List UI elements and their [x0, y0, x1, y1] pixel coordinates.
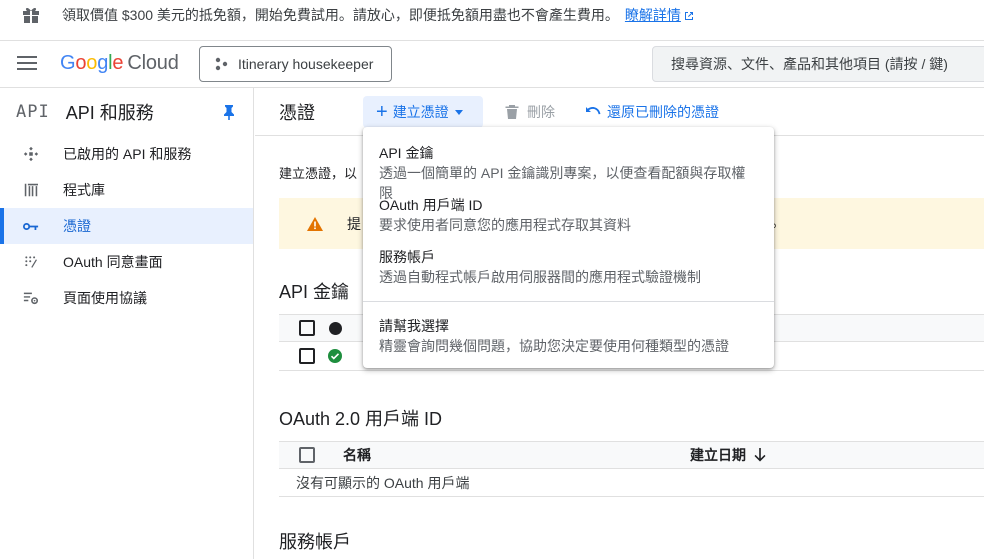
sidebar: API API 和服務 已啟用的 API 和服務 程式庫 憑證 OAuth 同意…: [0, 88, 254, 559]
sidebar-item-label: 頁面使用協議: [63, 290, 147, 306]
menu-divider: [363, 301, 774, 302]
pin-icon[interactable]: [222, 104, 236, 120]
create-credentials-button[interactable]: + 建立憑證: [363, 96, 483, 128]
api-keys-section-title: API 金鑰: [279, 282, 350, 302]
select-all-checkbox[interactable]: [299, 320, 315, 336]
warning-icon: [307, 216, 323, 231]
external-link-icon: [684, 12, 693, 20]
delete-button[interactable]: 刪除: [505, 96, 555, 128]
dashboard-icon: [22, 145, 40, 163]
library-icon: [22, 181, 40, 199]
service-accounts-section-title: 服務帳戶: [279, 532, 351, 552]
menu-item-help-me-choose[interactable]: 請幫我選擇 精靈會詢問幾個問題，協助您決定要使用何種類型的憑證: [363, 310, 774, 362]
row-checkbox[interactable]: [299, 348, 315, 364]
sidebar-header: API API 和服務: [0, 88, 253, 136]
table-header: 名稱 建立日期: [279, 441, 984, 469]
select-all-checkbox[interactable]: [299, 447, 315, 463]
project-picker-button[interactable]: Itinerary housekeeper: [199, 46, 392, 82]
name-column-header[interactable]: 名稱: [343, 445, 371, 465]
sidebar-item-oauth-consent[interactable]: OAuth 同意畫面: [0, 244, 253, 280]
trash-icon: [505, 105, 519, 119]
page-description: 建立憑證，以: [279, 166, 358, 181]
check-circle-icon: [328, 349, 342, 363]
sidebar-title: API 和服務: [65, 103, 154, 123]
caret-down-icon: [454, 109, 463, 115]
sidebar-item-credentials[interactable]: 憑證: [0, 208, 253, 244]
oauth-section-title: OAuth 2.0 用戶端 ID: [279, 409, 443, 429]
warning-text: 提: [347, 215, 361, 232]
learn-more-link[interactable]: 瞭解詳情: [625, 5, 694, 25]
sidebar-item-page-usage-agreement[interactable]: 頁面使用協議: [0, 280, 253, 316]
settings-list-icon: [22, 289, 40, 307]
page-title: 憑證: [279, 102, 315, 123]
create-credentials-menu: API 金鑰 透過一個簡單的 API 金鑰識別專案，以便查看配額與存取權限 OA…: [363, 127, 774, 368]
api-badge: API: [16, 102, 50, 122]
sidebar-item-label: OAuth 同意畫面: [63, 254, 163, 270]
sidebar-item-label: 憑證: [63, 218, 91, 234]
undo-icon: [586, 107, 601, 115]
created-date-column-header[interactable]: 建立日期: [690, 445, 746, 465]
sidebar-item-enabled-apis[interactable]: 已啟用的 API 和服務: [0, 136, 253, 172]
project-name: Itinerary housekeeper: [238, 56, 374, 72]
status-header-icon: [329, 321, 342, 335]
key-icon: [22, 217, 40, 235]
banner-text: 領取價值 $300 美元的抵免額，開始免費試用。請放心，即便抵免額用盡也不會產生…: [62, 7, 619, 23]
hamburger-menu-icon[interactable]: [17, 55, 37, 71]
project-icon: [215, 57, 228, 71]
menu-item-api-key[interactable]: API 金鑰 透過一個簡單的 API 金鑰識別專案，以便查看配額與存取權限: [363, 137, 774, 201]
empty-state-text: 沒有可顯示的 OAuth 用戶端: [279, 469, 984, 497]
sidebar-item-library[interactable]: 程式庫: [0, 172, 253, 208]
plus-icon: +: [376, 101, 388, 123]
google-cloud-logo[interactable]: Google Cloud: [60, 52, 179, 75]
sidebar-item-label: 程式庫: [63, 182, 105, 198]
search-input[interactable]: 搜尋資源、文件、產品和其他項目 (請按 / 鍵): [652, 46, 984, 82]
menu-item-oauth-client-id[interactable]: OAuth 用戶端 ID 要求使用者同意您的應用程式存取其資料: [363, 189, 774, 241]
sidebar-item-label: 已啟用的 API 和服務: [63, 146, 192, 162]
arrow-down-icon[interactable]: [754, 448, 766, 462]
restore-deleted-credentials-button[interactable]: 還原已刪除的憑證: [585, 96, 719, 128]
oauth-icon: [22, 253, 40, 271]
oauth-table: 名稱 建立日期 沒有可顯示的 OAuth 用戶端: [279, 441, 984, 497]
gift-icon: [23, 7, 39, 23]
top-bar: Google Cloud Itinerary housekeeper 搜尋資源、文…: [0, 40, 984, 88]
menu-item-service-account[interactable]: 服務帳戶 透過自動程式帳戶啟用伺服器間的應用程式驗證機制: [363, 241, 774, 293]
promo-banner: 領取價值 $300 美元的抵免額，開始免費試用。請放心，即便抵免額用盡也不會產生…: [0, 0, 984, 30]
